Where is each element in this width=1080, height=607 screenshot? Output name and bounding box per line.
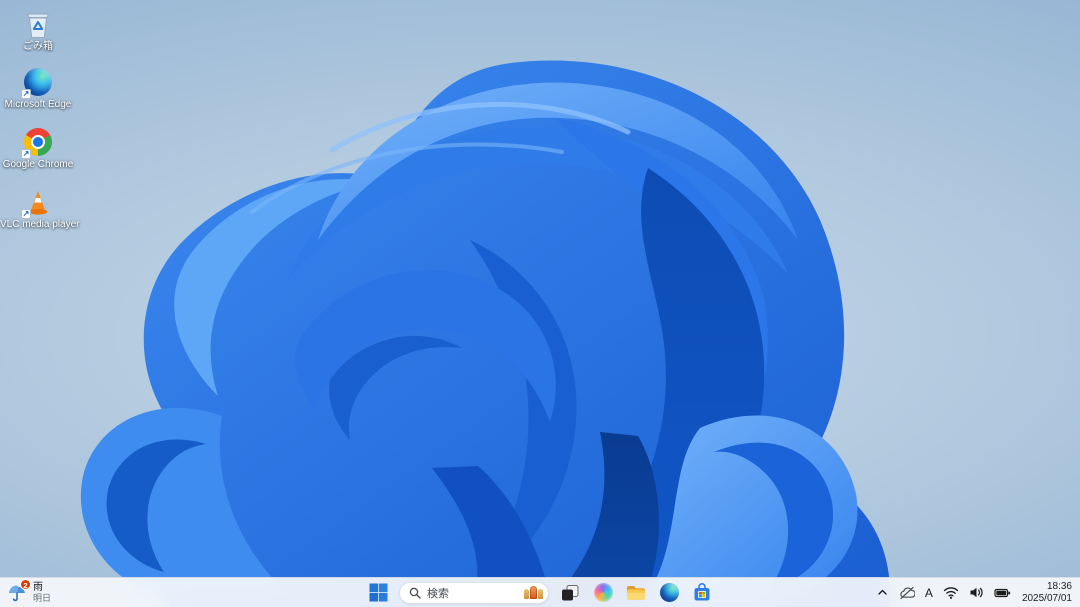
- start-button[interactable]: [366, 581, 390, 605]
- desktop-icon-label: ごみ箱: [23, 41, 53, 52]
- battery-button[interactable]: [991, 581, 1014, 605]
- edge-taskbar-button[interactable]: [657, 581, 681, 605]
- microsoft-store-button[interactable]: [690, 581, 714, 605]
- battery-icon: [994, 588, 1011, 597]
- weather-text: 雨 明日: [33, 582, 51, 603]
- speaker-icon: [970, 587, 983, 598]
- taskbar-center: 検索: [366, 578, 714, 607]
- task-view-button[interactable]: [558, 581, 582, 605]
- weather-condition: 雨: [33, 582, 43, 593]
- clock-date: 2025/07/01: [1021, 592, 1072, 604]
- system-tray: A 18:36 2025/07/01: [873, 578, 1076, 607]
- shortcut-arrow-icon: ↗: [21, 149, 31, 159]
- desktop: ごみ箱 ↗ Microsoft Edge ↗ Google Chrome ↗ V…: [0, 0, 1080, 607]
- wallpaper-bloom: [80, 60, 891, 607]
- notification-badge: 2: [20, 578, 31, 590]
- desktop-icon-recycle-bin[interactable]: ごみ箱: [8, 6, 68, 64]
- volume-button[interactable]: [966, 581, 987, 605]
- desktop-icon-microsoft-edge[interactable]: ↗ Microsoft Edge: [5, 64, 71, 122]
- desktop-icon-label: VLC media player: [0, 219, 80, 230]
- clock-time: 18:36: [1046, 581, 1072, 592]
- copilot-icon: [593, 583, 613, 602]
- desktop-icon-google-chrome[interactable]: ↗ Google Chrome: [3, 124, 73, 182]
- wifi-icon: [943, 587, 959, 599]
- figure-icon: [538, 589, 543, 599]
- onedrive-paused-icon: [900, 586, 915, 599]
- recycle-bin-icon: [27, 13, 49, 38]
- widgets-weather-button[interactable]: 2 雨 明日: [6, 578, 51, 607]
- desktop-icon-label: Google Chrome: [2, 159, 74, 170]
- edge-icon: [659, 583, 679, 602]
- file-explorer-button[interactable]: [624, 581, 648, 605]
- wifi-button[interactable]: [940, 581, 962, 605]
- onedrive-status-button[interactable]: [896, 581, 918, 605]
- search-box[interactable]: 検索: [399, 581, 549, 604]
- task-view-icon: [562, 584, 579, 600]
- shortcut-arrow-icon: ↗: [21, 89, 31, 99]
- weather-forecast-label: 明日: [33, 593, 52, 603]
- shortcut-arrow-icon: ↗: [21, 209, 31, 219]
- copilot-button[interactable]: [591, 581, 615, 605]
- taskbar: 2 雨 明日 検索 A 18:36 2025/07/01: [0, 577, 1080, 607]
- hidden-icons-button[interactable]: [873, 581, 892, 605]
- windows-logo-icon: [369, 583, 387, 602]
- desktop-icon-label: Microsoft Edge: [4, 99, 72, 110]
- desktop-icon-vlc[interactable]: ↗ VLC media player: [0, 184, 79, 242]
- search-placeholder: 検索: [427, 587, 449, 600]
- search-icon: [409, 587, 421, 599]
- ime-mode-button[interactable]: A: [922, 581, 936, 605]
- chevron-up-icon: [878, 589, 887, 595]
- file-explorer-icon: [627, 586, 645, 600]
- clock[interactable]: 18:36 2025/07/01: [1018, 581, 1076, 604]
- umbrella-icon: 2: [6, 578, 31, 604]
- microsoft-store-icon: [694, 583, 710, 601]
- search-highlight-image: [524, 586, 543, 599]
- figure-icon: [530, 586, 537, 599]
- figure-icon: [524, 589, 529, 599]
